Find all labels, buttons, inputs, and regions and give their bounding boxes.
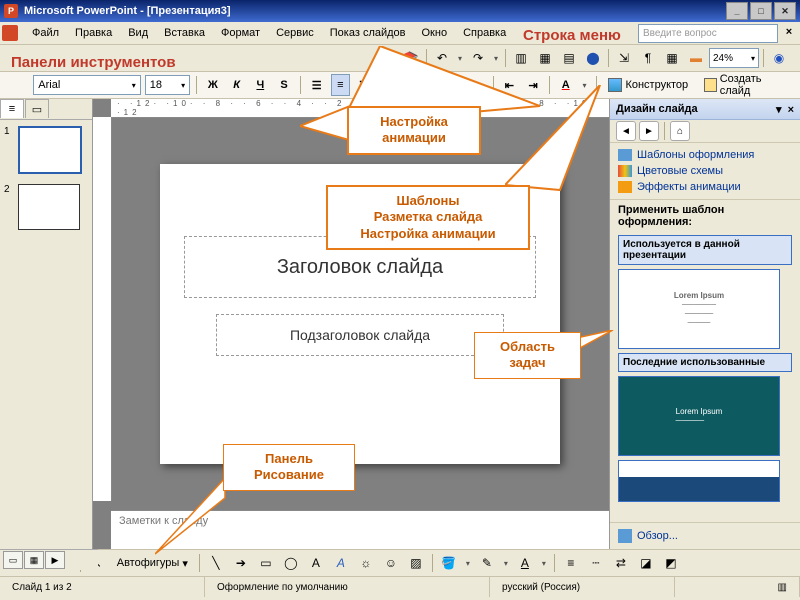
color-icon[interactable]: ▬	[685, 47, 707, 69]
slideshow-view-button[interactable]: ▶	[45, 551, 65, 569]
thumbnail-panel: ≡ ▭ 1 2 ▭ ▦ ▶	[0, 99, 93, 549]
clipart-icon[interactable]: ☺	[380, 552, 402, 574]
template-group-current: Используется в данной презентации	[618, 235, 792, 265]
animation-effects-link[interactable]: Эффекты анимации	[618, 179, 792, 195]
status-design: Оформление по умолчанию	[205, 577, 490, 597]
menu-insert[interactable]: Вставка	[156, 24, 213, 42]
slide-thumb-1[interactable]: 1	[4, 126, 88, 174]
arrow-style-icon[interactable]: ⇄	[610, 552, 632, 574]
picture-icon[interactable]: ▨	[405, 552, 427, 574]
menu-tools[interactable]: Сервис	[268, 24, 322, 42]
slides-tab[interactable]: ▭	[25, 99, 49, 118]
status-slide: Слайд 1 из 2	[0, 577, 205, 597]
view-buttons: ▭ ▦ ▶	[0, 549, 98, 570]
annot-toolbars: Панели инструментов	[8, 54, 179, 71]
window-title: Microsoft PowerPoint - [Презентация3]	[24, 5, 720, 17]
template-thumb-1[interactable]: Lorem Ipsum───────────────	[618, 269, 780, 349]
taskpane-fwd-button[interactable]: ►	[639, 121, 659, 141]
zoom-combo[interactable]: 24%▾	[709, 48, 759, 68]
underline-button[interactable]: Ч	[250, 74, 270, 96]
menu-slideshow[interactable]: Показ слайдов	[322, 24, 414, 42]
vertical-ruler	[93, 117, 112, 501]
close-button[interactable]: ✕	[774, 2, 796, 20]
normal-view-button[interactable]: ▭	[3, 551, 23, 569]
status-lang: русский (Россия)	[490, 577, 675, 597]
browse-link[interactable]: Обзор...	[610, 522, 800, 549]
template-thumb-2[interactable]: Lorem Ipsum─────	[618, 376, 780, 456]
minimize-button[interactable]: _	[726, 2, 748, 20]
callout-templates: Шаблоны Разметка слайда Настройка анимац…	[326, 185, 530, 250]
app-icon: P	[4, 4, 18, 18]
tables-borders-icon[interactable]: ▤	[558, 47, 580, 69]
hyperlink-icon[interactable]: ⬤	[582, 47, 604, 69]
templates-link[interactable]: Шаблоны оформления	[618, 147, 792, 163]
doc-close-button[interactable]: ×	[782, 25, 796, 39]
rectangle-icon[interactable]: ▭	[255, 552, 277, 574]
designer-button[interactable]: Конструктор	[602, 75, 694, 95]
diagram-icon[interactable]: ☼	[355, 552, 377, 574]
window-titlebar: P Microsoft PowerPoint - [Презентация3] …	[0, 0, 800, 22]
fill-color-icon[interactable]: 🪣	[438, 552, 460, 574]
wordart-icon[interactable]: A	[330, 552, 352, 574]
font-size-combo[interactable]: 18▾	[145, 75, 190, 95]
status-indicator-icon: ▥	[766, 577, 800, 597]
font-color-draw-icon[interactable]: A	[514, 552, 536, 574]
menu-window[interactable]: Окно	[414, 24, 456, 42]
menu-format[interactable]: Формат	[213, 24, 268, 42]
dash-style-icon[interactable]: ┄	[585, 552, 607, 574]
line-color-icon[interactable]: ✎	[476, 552, 498, 574]
maximize-button[interactable]: □	[750, 2, 772, 20]
slide-thumb-2[interactable]: 2	[4, 184, 88, 230]
outline-tab[interactable]: ≡	[0, 99, 24, 118]
status-bar: Слайд 1 из 2 Оформление по умолчанию рус…	[0, 576, 800, 597]
task-pane: Дизайн слайда▾ × ◄ ► ⌂ Шаблоны оформлени…	[609, 99, 800, 549]
main-area: ≡ ▭ 1 2 ▭ ▦ ▶ · ·12· ·10· · 8 · · 6 · · …	[0, 99, 800, 549]
menu-view[interactable]: Вид	[120, 24, 156, 42]
font-name-combo[interactable]: Arial▾	[33, 75, 140, 95]
shadow-button[interactable]: S	[274, 74, 294, 96]
taskpane-home-button[interactable]: ⌂	[670, 121, 690, 141]
color-schemes-link[interactable]: Цветовые схемы	[618, 163, 792, 179]
callout-drawing: Панель Рисование	[223, 444, 355, 491]
textbox-icon[interactable]: A	[305, 552, 327, 574]
line-style-icon[interactable]: ≡	[560, 552, 582, 574]
oval-icon[interactable]: ◯	[280, 552, 302, 574]
template-thumb-3[interactable]	[618, 460, 780, 502]
help-icon[interactable]: ◉	[768, 47, 790, 69]
drawing-toolbar: Действия ▾ ↖ Автофигуры ▾ ╲ ➔ ▭ ◯ A A ☼ …	[0, 549, 800, 576]
expand-icon[interactable]: ⇲	[613, 47, 635, 69]
menu-file[interactable]: Файл	[24, 24, 67, 42]
template-group-recent: Последние использованные	[618, 353, 792, 372]
menubar: Файл Правка Вид Вставка Формат Сервис По…	[0, 22, 800, 45]
annot-menubar: Строка меню	[520, 27, 624, 44]
show-formatting-icon[interactable]: ¶	[637, 47, 659, 69]
grid-icon[interactable]: ▦	[661, 47, 683, 69]
new-slide-button[interactable]: Создать слайд	[698, 70, 792, 100]
sorter-view-button[interactable]: ▦	[24, 551, 44, 569]
shadow-style-icon[interactable]: ◪	[635, 552, 657, 574]
menu-help[interactable]: Справка	[455, 24, 514, 42]
taskpane-header: Дизайн слайда▾ ×	[610, 99, 800, 120]
callout-anim-setup: Настройка анимации	[347, 106, 481, 155]
subtitle-placeholder[interactable]: Подзаголовок слайда	[216, 314, 504, 356]
apply-template-label: Применить шаблон оформления:	[610, 200, 800, 232]
callout-taskpane: Область задач	[474, 332, 581, 379]
taskpane-back-button[interactable]: ◄	[616, 121, 636, 141]
menu-edit[interactable]: Правка	[67, 24, 120, 42]
3d-style-icon[interactable]: ◩	[660, 552, 682, 574]
italic-button[interactable]: К	[227, 74, 247, 96]
control-menu-icon[interactable]	[2, 25, 18, 41]
bold-button[interactable]: Ж	[203, 74, 223, 96]
help-search-input[interactable]: Введите вопрос	[638, 24, 778, 43]
